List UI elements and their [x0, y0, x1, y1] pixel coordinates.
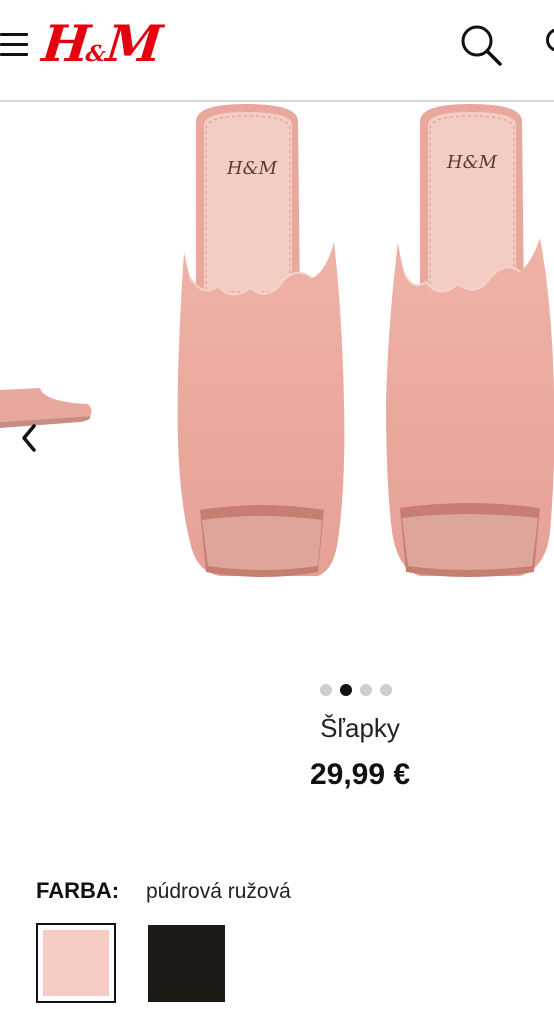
pagination-dot[interactable] [320, 684, 332, 696]
search-icon[interactable] [458, 22, 504, 68]
selected-color-value: púdrová ružová [146, 880, 291, 903]
pagination-dot[interactable] [360, 684, 372, 696]
color-swatch-black[interactable] [148, 925, 225, 1002]
previous-image-peek [0, 388, 92, 428]
hm-logo[interactable]: H&M [38, 12, 162, 86]
product-price: 29,99 € [309, 758, 411, 791]
color-swatch-pink[interactable] [36, 923, 116, 1003]
product-image-gallery[interactable]: H&M H&M [0, 102, 554, 672]
color-label: FARBA: [36, 878, 120, 903]
pagination-dot-active[interactable] [340, 684, 352, 696]
product-image: H&M H&M [0, 104, 554, 577]
product-name: Šľapky [320, 713, 400, 743]
left-sole-logo: H&M [226, 158, 278, 179]
menu-icon[interactable] [0, 33, 28, 57]
cart-icon[interactable] [546, 28, 554, 52]
right-sole-logo: H&M [446, 152, 498, 173]
gallery-pagination [320, 684, 392, 698]
chevron-left-icon[interactable] [18, 418, 42, 458]
right-mule [386, 104, 554, 577]
pagination-dot[interactable] [380, 684, 392, 696]
swatch-fill [43, 930, 109, 996]
header: H&M [0, 0, 554, 102]
